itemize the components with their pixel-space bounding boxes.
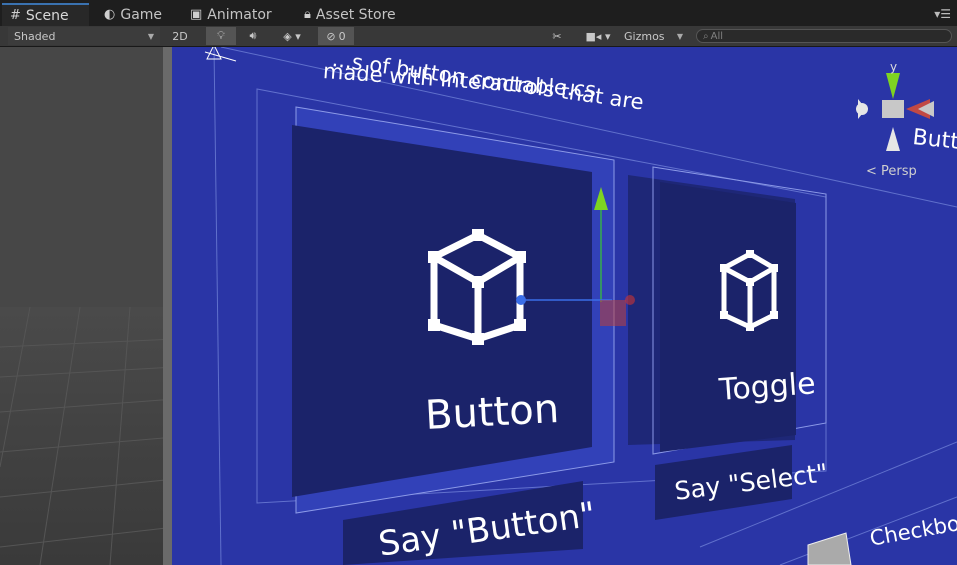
speaker-icon: 🔊︎ (249, 29, 257, 42)
scene-viewport[interactable]: ...s of button controls that are made wi… (0, 47, 957, 565)
toggle-2d-label: 2D (172, 29, 188, 43)
scene-toolbar: Shaded ▼ 2D 💡︎ 🔊︎ ◈ ▾ ⊘ 0 ✂ ■◂ ▾ Gizmos … (0, 26, 957, 47)
game-pacman-icon: ◐ (104, 7, 116, 22)
toggle-2d-button[interactable]: 2D (167, 27, 193, 45)
hidden-objects-toggle[interactable]: ⊘ 0 (318, 27, 354, 45)
tab-scene[interactable]: # Scene (2, 3, 89, 26)
toggle-card-label: Toggle (718, 366, 817, 408)
lighting-toggle[interactable]: 💡︎ (206, 27, 236, 45)
scene-search-input[interactable]: ⌕ All (696, 29, 952, 43)
tab-game-label: Game (120, 6, 163, 23)
tab-asset-store[interactable]: 🔒︎ Asset Store (300, 3, 396, 26)
effects-dropdown[interactable]: ◈ ▾ (272, 27, 312, 45)
panel-menu-icon[interactable]: ▾☰ (934, 7, 951, 21)
lightbulb-icon: 💡︎ (217, 29, 225, 42)
chevron-down-icon: ▼ (147, 31, 154, 41)
persp-arrow-icon: < (866, 164, 877, 179)
camera-icon: ■◂ ▾ (585, 29, 611, 43)
persp-label: Persp (881, 164, 917, 179)
tab-asset-store-label: Asset Store (315, 6, 396, 23)
chevron-down-icon: ▼ (676, 31, 683, 41)
tools-button[interactable]: ✂ (546, 27, 568, 45)
persp-toggle[interactable]: < Persp (866, 164, 917, 179)
lock-icon: 🔒︎ (304, 7, 311, 22)
tab-scene-label: Scene (25, 7, 69, 24)
editor-tab-bar: # Scene ◐ Game ▣ Animator 🔒︎ Asset Store… (0, 0, 957, 26)
eye-slash-icon: ⊘ (326, 29, 336, 43)
draw-mode-label: Shaded (14, 29, 56, 43)
tab-game[interactable]: ◐ Game (100, 3, 162, 26)
draw-mode-dropdown[interactable]: Shaded ▼ (8, 27, 160, 45)
scene-grid-icon: # (10, 8, 21, 23)
tab-animator-label: Animator (207, 6, 272, 23)
tab-animator[interactable]: ▣ Animator (186, 3, 272, 26)
hidden-count: 0 (338, 29, 346, 43)
search-placeholder: All (710, 30, 724, 42)
audio-toggle[interactable]: 🔊︎ (240, 27, 266, 45)
gizmos-label: Gizmos (624, 29, 665, 43)
animator-icon: ▣ (190, 7, 203, 22)
button-card-label: Button (424, 385, 561, 439)
tools-icon: ✂ (552, 29, 562, 43)
effects-layers-icon: ◈ ▾ (283, 29, 301, 43)
gizmos-dropdown[interactable]: Gizmos ▼ (620, 27, 686, 45)
gizmo-axis-label: y (890, 60, 898, 74)
search-icon: ⌕ (703, 30, 709, 42)
button-card-face (292, 125, 592, 497)
camera-dropdown[interactable]: ■◂ ▾ (580, 27, 616, 45)
